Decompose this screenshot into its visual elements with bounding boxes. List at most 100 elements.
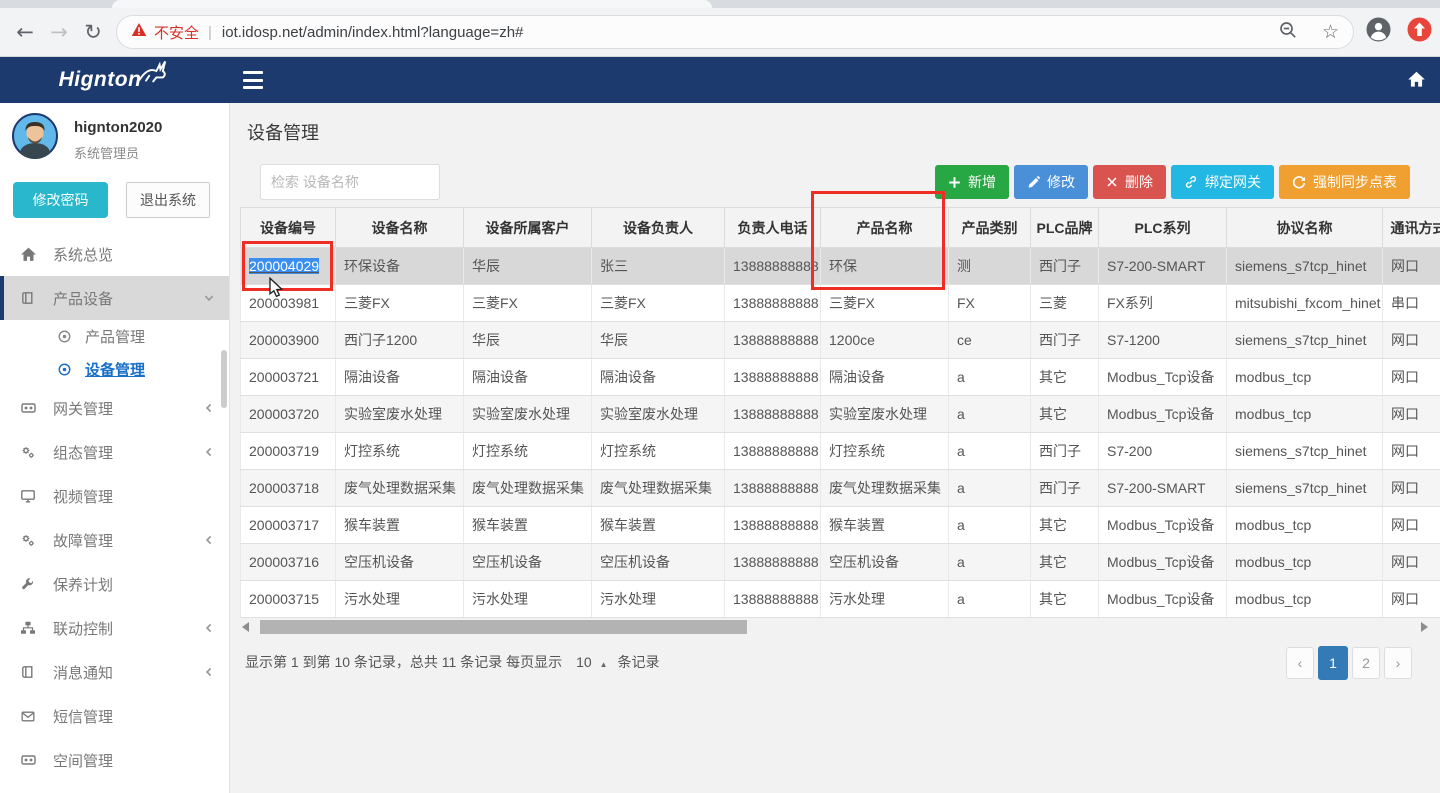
sidebar-scrollbar-thumb[interactable] — [221, 350, 227, 408]
table-cell: 13888888888 — [725, 507, 821, 544]
search-input[interactable] — [260, 164, 440, 200]
page-button-active[interactable]: 1 — [1318, 646, 1348, 680]
sidebar-item[interactable]: 联动控制 — [0, 606, 229, 650]
security-warning-label: 不安全 — [154, 22, 199, 43]
page-button[interactable]: › — [1384, 647, 1412, 679]
device-id-link[interactable]: 200004029 — [249, 258, 319, 274]
back-icon[interactable]: ← — [8, 20, 42, 44]
home-button[interactable] — [1407, 70, 1426, 94]
table-cell: 西门子 — [1031, 322, 1099, 359]
sidebar-item[interactable]: 消息通知 — [0, 650, 229, 694]
change-password-button[interactable]: 修改密码 — [13, 182, 108, 218]
toolbar-button[interactable]: 强制同步点表 — [1279, 165, 1410, 199]
table-cell: Modbus_Tcp设备 — [1099, 544, 1227, 581]
chevron-left-icon — [203, 446, 215, 458]
column-header[interactable]: PLC品牌 — [1031, 208, 1099, 248]
table-cell: 猴车装置 — [336, 507, 464, 544]
page-button[interactable]: 2 — [1352, 647, 1380, 679]
column-header[interactable]: 通讯方式 — [1383, 208, 1440, 248]
table-cell: 空压机设备 — [464, 544, 592, 581]
url-text: iot.idosp.net/admin/index.html?language=… — [222, 24, 523, 41]
page-button[interactable]: ‹ — [1286, 647, 1314, 679]
table-cell: a — [949, 507, 1031, 544]
sidebar-subitem[interactable]: 产品管理 — [0, 320, 229, 353]
table-row[interactable]: 200003715污水处理污水处理污水处理13888888888污水处理a其它M… — [241, 581, 1440, 618]
table-cell: 废气处理数据采集 — [464, 470, 592, 507]
column-header[interactable]: 设备编号 — [241, 208, 336, 248]
bookmark-star-icon[interactable]: ☆ — [1322, 21, 1339, 43]
table-cell: 200003715 — [241, 581, 336, 618]
address-bar[interactable]: 不安全 | iot.idosp.net/admin/index.html?lan… — [116, 15, 1354, 49]
table-row[interactable]: 200003716空压机设备空压机设备空压机设备13888888888空压机设备… — [241, 544, 1440, 581]
scrollbar-thumb[interactable] — [260, 620, 747, 634]
sidebar-item[interactable]: 视频管理 — [0, 474, 229, 518]
zoom-out-icon[interactable] — [1278, 20, 1298, 45]
column-header[interactable]: 设备名称 — [336, 208, 464, 248]
table-row[interactable]: 200003717猴车装置猴车装置猴车装置13888888888猴车装置a其它M… — [241, 507, 1440, 544]
extension-upload-icon[interactable] — [1407, 17, 1432, 47]
link-icon — [1184, 175, 1198, 189]
table-row[interactable]: 200004029环保设备华辰张三13888888888环保测西门子S7-200… — [241, 248, 1440, 285]
pencil-icon — [1027, 176, 1040, 189]
column-header[interactable]: 产品名称 — [821, 208, 949, 248]
forward-icon[interactable]: → — [42, 20, 76, 44]
table-cell: Modbus_Tcp设备 — [1099, 581, 1227, 618]
circle-dot-icon — [57, 329, 75, 344]
column-header[interactable]: 设备所属客户 — [464, 208, 592, 248]
scroll-left-icon[interactable] — [242, 622, 249, 632]
table-row[interactable]: 200003981三菱FX三菱FX三菱FX13888888888三菱FXFX三菱… — [241, 285, 1440, 322]
column-header[interactable]: 负责人电话 — [725, 208, 821, 248]
table-cell: Modbus_Tcp设备 — [1099, 507, 1227, 544]
table-cell: 华辰 — [464, 322, 592, 359]
table-cell: 废气处理数据采集 — [336, 470, 464, 507]
table-cell: 三菱FX — [464, 285, 592, 322]
sidebar-item[interactable]: 故障管理 — [0, 518, 229, 562]
sidebar-subitem[interactable]: 设备管理 — [0, 353, 229, 386]
table-row[interactable]: 200003719灯控系统灯控系统灯控系统13888888888灯控系统a西门子… — [241, 433, 1440, 470]
table-row[interactable]: 200003721隔油设备隔油设备隔油设备13888888888隔油设备a其它M… — [241, 359, 1440, 396]
table-row[interactable]: 200003900西门子1200华辰华辰138888888881200cece西… — [241, 322, 1440, 359]
browser-active-tab[interactable] — [112, 0, 712, 8]
table-cell: 华辰 — [592, 322, 725, 359]
toolbar-button[interactable]: 删除 — [1093, 165, 1166, 199]
sidebar-item[interactable]: 空间管理 — [0, 738, 229, 782]
sidebar-item[interactable]: 保养计划 — [0, 562, 229, 606]
table-cell: 灯控系统 — [592, 433, 725, 470]
table-cell: 环保设备 — [336, 248, 464, 285]
toolbar-button[interactable]: 新增 — [935, 165, 1009, 199]
toolbar-button[interactable]: 修改 — [1014, 165, 1088, 199]
table-cell: 200003721 — [241, 359, 336, 396]
table-cell: 1200ce — [821, 322, 949, 359]
table-cell: 环保 — [821, 248, 949, 285]
column-header[interactable]: 设备负责人 — [592, 208, 725, 248]
toolbar-button[interactable]: 绑定网关 — [1171, 165, 1274, 199]
table-cell: 13888888888 — [725, 322, 821, 359]
sidebar-subitem-label: 设备管理 — [85, 359, 145, 380]
logout-button[interactable]: 退出系统 — [126, 182, 210, 218]
column-header[interactable]: 产品类别 — [949, 208, 1031, 248]
table-cell: 网口 — [1383, 507, 1440, 544]
page-size-dropdown[interactable]: 10 ▲ — [576, 654, 607, 670]
sidebar-item[interactable]: 系统总览 — [0, 232, 229, 276]
scroll-right-icon[interactable] — [1421, 622, 1428, 632]
table-row[interactable]: 200003720实验室废水处理实验室废水处理实验室废水处理1388888888… — [241, 396, 1440, 433]
table-cell: 实验室废水处理 — [336, 396, 464, 433]
column-header[interactable]: 协议名称 — [1227, 208, 1383, 248]
sidebar-item-label: 空间管理 — [53, 750, 113, 771]
sidebar-item[interactable]: 组态管理 — [0, 430, 229, 474]
table-cell: 猴车装置 — [821, 507, 949, 544]
table-row[interactable]: 200003718废气处理数据采集废气处理数据采集废气处理数据采集1388888… — [241, 470, 1440, 507]
sidebar-item[interactable]: 网关管理 — [0, 386, 229, 430]
reload-icon[interactable]: ↻ — [76, 20, 110, 44]
table-cell: 网口 — [1383, 581, 1440, 618]
monitor-icon — [20, 488, 40, 504]
sidebar-toggle-icon[interactable] — [243, 71, 263, 89]
table-cell: 其它 — [1031, 544, 1099, 581]
column-header[interactable]: PLC系列 — [1099, 208, 1227, 248]
sidebar-item[interactable]: 产品设备 — [0, 276, 229, 320]
table-cell: 200003719 — [241, 433, 336, 470]
profile-avatar-icon[interactable] — [1366, 17, 1391, 47]
table-body: 200004029环保设备华辰张三13888888888环保测西门子S7-200… — [241, 248, 1440, 618]
sidebar-item[interactable]: 短信管理 — [0, 694, 229, 738]
sidebar-item-label: 故障管理 — [53, 530, 113, 551]
